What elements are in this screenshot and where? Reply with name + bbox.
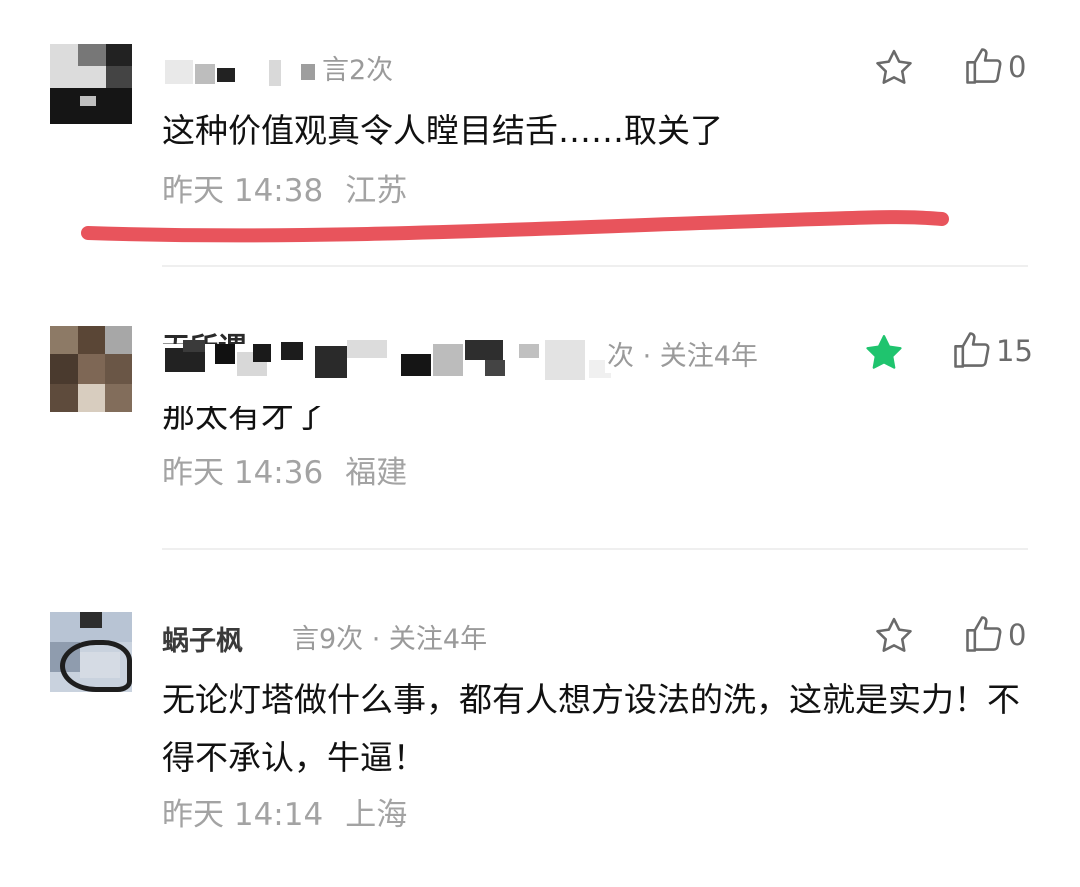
like-button[interactable]: 0 xyxy=(958,612,1058,660)
comment-location: 福建 xyxy=(345,455,408,491)
comment-meta: 次 · 关注4年 xyxy=(605,334,758,373)
comment-text: 这种价值观真令人瞠目结舌……取关了 xyxy=(162,111,723,150)
avatar[interactable] xyxy=(50,326,132,412)
comment-text: 无论灯塔做什么事，都有人想方设法的洗，这就是实力！不得不承认，牛逼！ xyxy=(162,680,1020,777)
comment-time: 昨天 14:14 xyxy=(162,797,324,833)
favorite-star-button[interactable] xyxy=(872,614,916,658)
star-icon xyxy=(876,49,912,84)
like-button[interactable]: 0 xyxy=(958,44,1058,92)
comment-meta: 言9次 · 关注4年 xyxy=(290,617,488,656)
thumbs-up-icon xyxy=(966,48,1002,84)
avatar[interactable] xyxy=(50,612,132,692)
like-count: 0 xyxy=(1008,618,1027,652)
comment-time-location: 昨天 14:14 上海 xyxy=(162,789,407,834)
comment-time-location: 昨天 14:36 福建 xyxy=(162,447,407,492)
comment-location: 江苏 xyxy=(345,173,408,209)
avatar[interactable] xyxy=(50,44,132,124)
favorite-star-button[interactable] xyxy=(872,46,916,90)
like-count: 15 xyxy=(996,334,1033,368)
favorite-star-button[interactable] xyxy=(862,331,906,375)
comment-item: 言2次 这种价值观真令人瞠目结舌……取关了 昨天 14:38 江苏 0 xyxy=(0,0,1080,265)
blurred-username xyxy=(165,340,615,380)
comment-item: 蜗子枫 言9次 · 关注4年 无论灯塔做什么事，都有人想方设法的洗，这就是实力！… xyxy=(0,549,1080,887)
comment-time-location: 昨天 14:38 江苏 xyxy=(162,165,407,210)
comment-time: 昨天 14:36 xyxy=(162,455,324,491)
thumbs-up-icon xyxy=(966,616,1002,652)
comment-location: 上海 xyxy=(345,797,408,833)
like-count: 0 xyxy=(1008,50,1027,84)
comment-username[interactable]: 蜗子枫 xyxy=(162,626,243,657)
blurred-username xyxy=(165,56,325,86)
comment-meta: 言2次 xyxy=(320,48,394,87)
like-button[interactable]: 15 xyxy=(946,328,1046,376)
comment-author-line: 蜗子枫 xyxy=(162,619,243,665)
star-icon xyxy=(866,335,902,369)
thumbs-up-icon xyxy=(954,332,990,368)
comment-time: 昨天 14:38 xyxy=(162,173,324,209)
star-icon xyxy=(876,617,912,652)
comment-text: 那太有才了 xyxy=(162,406,327,435)
comment-item: 无所谓 次 · 关注4年 那太有才了 昨天 14:36福建 15 xyxy=(0,266,1080,548)
